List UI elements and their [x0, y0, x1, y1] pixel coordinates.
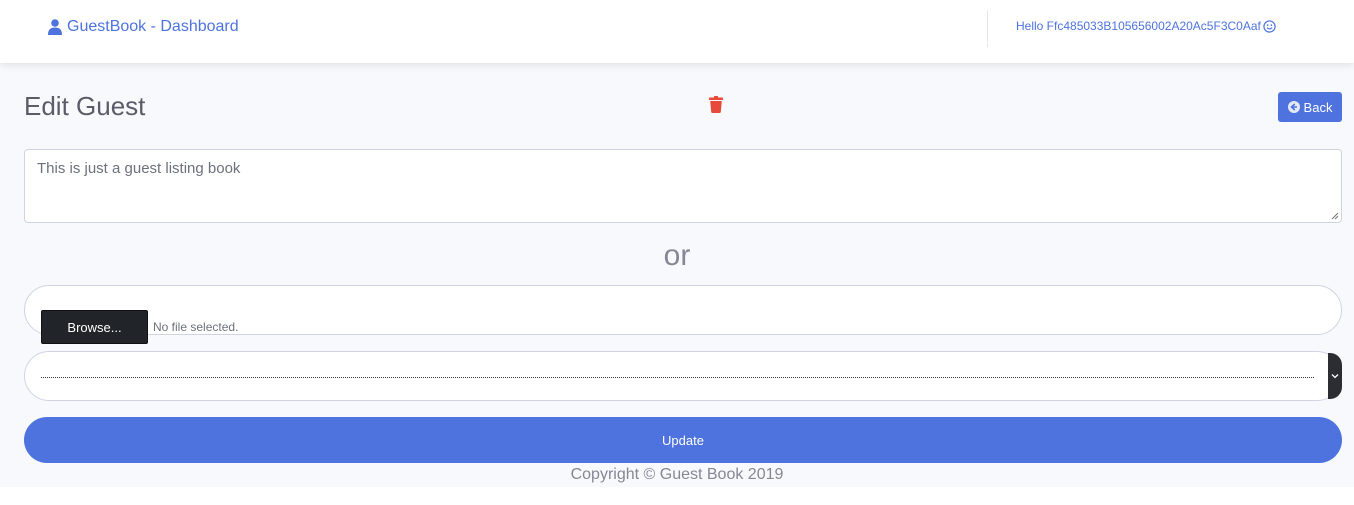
guest-select[interactable] [24, 351, 1342, 401]
top-navbar: GuestBook - Dashboard Hello Ffc485033B10… [0, 0, 1354, 63]
user-greeting[interactable]: Hello Ffc485033B105656002A20Ac5F3C0Aaf [1016, 19, 1276, 33]
back-button[interactable]: Back [1278, 92, 1342, 122]
message-textarea[interactable]: This is just a guest listing book [24, 149, 1342, 223]
message-value: This is just a guest listing book [37, 160, 241, 177]
update-button[interactable]: Update [24, 417, 1342, 463]
user-icon [48, 19, 62, 35]
brand-label: GuestBook - Dashboard [67, 18, 239, 35]
brand-link[interactable]: GuestBook - Dashboard [48, 18, 239, 36]
trash-icon[interactable] [709, 96, 723, 113]
select-focus-outline [41, 377, 1314, 378]
arrow-circle-left-icon [1287, 101, 1300, 113]
smile-icon [1263, 19, 1276, 33]
resize-grip-icon[interactable] [1331, 212, 1339, 220]
main-content: Edit Guest Back This is just a guest lis… [0, 63, 1354, 487]
topbar-divider [987, 10, 988, 47]
select-dropdown-toggle[interactable] [1328, 353, 1342, 399]
chevron-down-icon [1331, 374, 1339, 379]
or-separator: or [663, 239, 691, 272]
browse-button[interactable]: Browse... [41, 310, 148, 344]
greeting-label: Hello Ffc485033B105656002A20Ac5F3C0Aaf [1016, 19, 1261, 33]
back-label: Back [1303, 99, 1333, 115]
page-title: Edit Guest [24, 91, 146, 121]
footer-copyright: Copyright © Guest Book 2019 [570, 466, 784, 483]
file-status-text: No file selected. [153, 320, 239, 334]
